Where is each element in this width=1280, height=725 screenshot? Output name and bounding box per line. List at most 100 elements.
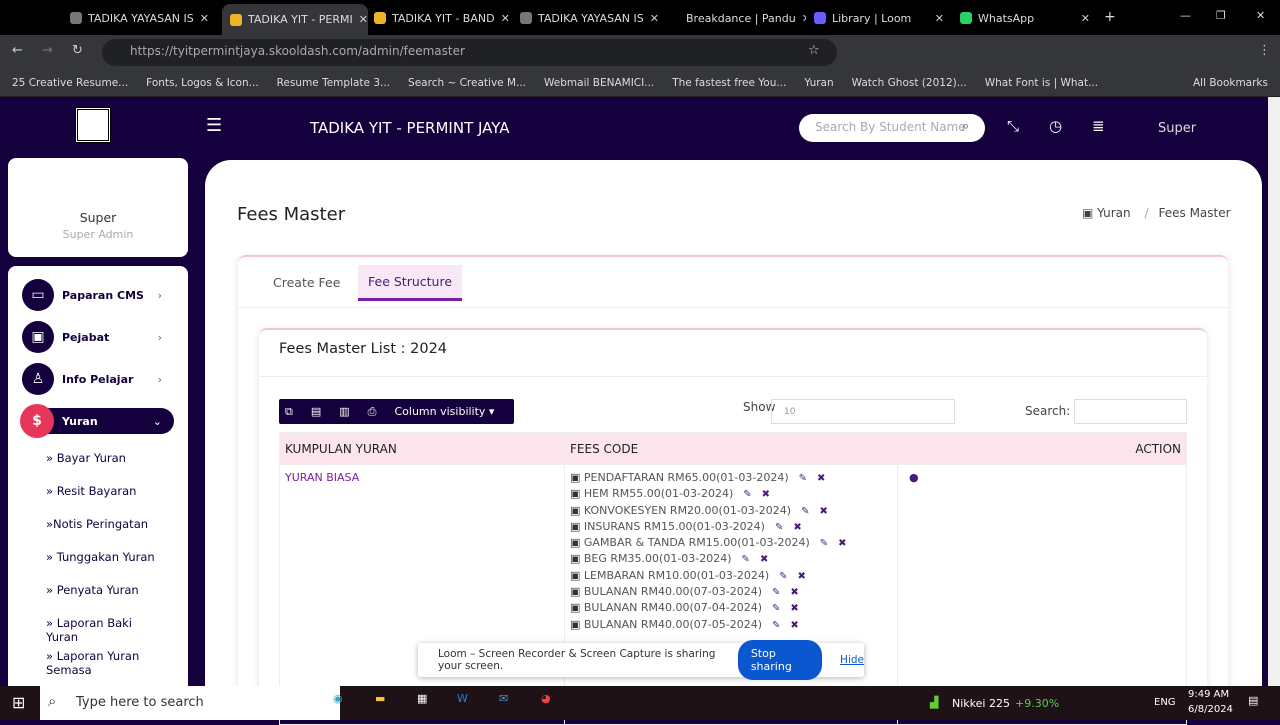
mail-icon[interactable]: ✉	[499, 692, 508, 705]
clock-icon[interactable]: ◷	[1049, 117, 1062, 135]
sidebar-item-info-pelajar[interactable]: ♙ Info Pelajar ›	[22, 362, 174, 396]
hide-button[interactable]: Hide	[840, 654, 864, 666]
student-search-input[interactable]: Search By Student Name	[799, 114, 985, 142]
close-window-icon[interactable]: ✕	[1256, 9, 1265, 22]
menu-icon[interactable]: ⋮	[1258, 43, 1271, 58]
bookmark-item[interactable]: Yuran	[804, 77, 833, 89]
breadcrumb-yuran[interactable]: Yuran	[1097, 206, 1130, 220]
sidebar-item-pejabat[interactable]: ▣ Pejabat ›	[22, 320, 174, 354]
file-explorer-icon[interactable]: ▬	[375, 692, 385, 705]
submenu-item[interactable]: » Tunggakan Yuran	[46, 550, 156, 564]
menu-list-icon[interactable]: ≣	[1092, 117, 1105, 135]
edit-icon[interactable]: ✎	[801, 506, 809, 517]
close-icon[interactable]: ✕	[1081, 12, 1090, 25]
clock-time[interactable]: 9:49 AM	[1188, 689, 1229, 700]
star-icon[interactable]: ☆	[808, 43, 820, 58]
submenu-item[interactable]: » Bayar Yuran	[46, 451, 156, 465]
table-search-input[interactable]	[1074, 399, 1187, 424]
col-action[interactable]: ACTION	[897, 432, 1187, 465]
chrome-icon[interactable]: ◕	[541, 692, 551, 705]
edge-icon[interactable]: ◉	[333, 692, 343, 705]
minimize-icon[interactable]: —	[1180, 9, 1191, 22]
page-scrollbar[interactable]	[1268, 97, 1280, 686]
delete-icon[interactable]: ✖	[793, 522, 801, 533]
sidebar-item-yuran[interactable]: $ Yuran ⌄	[20, 404, 174, 438]
close-icon[interactable]: ✕	[200, 12, 208, 25]
clock-date[interactable]: 6/8/2024	[1188, 704, 1233, 715]
browser-tab[interactable]: WhatsApp ✕	[952, 4, 1098, 32]
pdf-icon[interactable]: ▥	[339, 405, 349, 418]
edit-icon[interactable]: ✎	[820, 538, 828, 549]
store-icon[interactable]: ▦	[417, 692, 427, 705]
notification-icon[interactable]: ▤	[1248, 694, 1258, 707]
forward-icon[interactable]: →	[42, 43, 53, 58]
delete-icon[interactable]: ✖	[817, 473, 825, 484]
bookmark-item[interactable]: Resume Template 3...	[277, 77, 390, 89]
bookmark-item[interactable]: What Font is | What...	[985, 77, 1098, 89]
reload-icon[interactable]: ↻	[72, 43, 83, 58]
edit-icon[interactable]: ✎	[799, 473, 807, 484]
fullscreen-exit-icon[interactable]: ⤡	[1007, 117, 1019, 135]
bookmark-item[interactable]: The fastest free You...	[672, 77, 786, 89]
all-bookmarks[interactable]: All Bookmarks	[1193, 77, 1268, 89]
search-icon[interactable]: ⌕	[962, 119, 969, 134]
excel-icon[interactable]: ▤	[311, 405, 321, 418]
close-icon[interactable]: ✕	[650, 12, 658, 25]
edit-icon[interactable]: ✎	[779, 571, 787, 582]
hamburger-icon[interactable]: ☰	[206, 115, 222, 136]
task-view-icon[interactable]: ▯	[290, 693, 296, 706]
close-icon[interactable]: ✕	[501, 12, 510, 25]
language[interactable]: ENG	[1154, 697, 1176, 708]
delete-icon[interactable]: ✖	[790, 603, 798, 614]
submenu-item[interactable]: »Notis Peringatan	[46, 517, 156, 531]
tab-fee-structure[interactable]: Fee Structure	[358, 265, 463, 301]
back-icon[interactable]: ←	[12, 43, 23, 58]
edit-icon[interactable]: ✎	[742, 554, 750, 565]
tab-create-fee[interactable]: Create Fee	[273, 275, 340, 290]
sidebar-item-paparan-cms[interactable]: ▭ Paparan CMS ›	[22, 278, 174, 312]
col-kumpulan-yuran[interactable]: KUMPULAN YURAN	[279, 432, 565, 465]
page-length-select[interactable]: 10	[771, 399, 955, 424]
delete-icon[interactable]: ✖	[798, 571, 806, 582]
tag-icon[interactable]: ●	[909, 471, 919, 484]
user-menu[interactable]: Super	[1158, 121, 1196, 136]
ticker-name[interactable]: Nikkei 225	[952, 697, 1010, 710]
browser-tab[interactable]: TADIKA YAYASAN IS ✕	[62, 4, 208, 32]
col-fees-code[interactable]: FEES CODE	[564, 432, 898, 465]
windows-start-icon[interactable]: ⊞	[12, 693, 25, 712]
bookmark-item[interactable]: Watch Ghost (2012)...	[852, 77, 967, 89]
stop-sharing-button[interactable]: Stop sharing	[737, 640, 823, 680]
delete-icon[interactable]: ✖	[760, 554, 768, 565]
bookmark-item[interactable]: Webmail BENAMICI...	[544, 77, 654, 89]
browser-tab[interactable]: TADIKA YIT - PERMI ✕	[222, 4, 368, 35]
browser-tab[interactable]: Library | Loom ✕	[806, 4, 952, 32]
delete-icon[interactable]: ✖	[790, 587, 798, 598]
delete-icon[interactable]: ✖	[819, 506, 827, 517]
url-input[interactable]: https://tyitpermintjaya.skooldash.com/ad…	[102, 39, 837, 66]
edit-icon[interactable]: ✎	[775, 522, 783, 533]
browser-tab[interactable]: TADIKA YAYASAN IS ✕	[512, 4, 658, 32]
browser-tab[interactable]: TADIKA YIT - BAND ✕	[366, 4, 512, 32]
bookmark-item[interactable]: Search ~ Creative M...	[408, 77, 526, 89]
edit-icon[interactable]: ✎	[743, 489, 751, 500]
new-tab-icon[interactable]: +	[1104, 9, 1116, 25]
submenu-item[interactable]: » Laporan Baki Yuran	[46, 616, 156, 644]
bookmark-item[interactable]: Fonts, Logos & Icon...	[146, 77, 258, 89]
edit-icon[interactable]: ✎	[772, 620, 780, 631]
print-icon[interactable]: ⎙	[368, 405, 377, 419]
submenu-item[interactable]: » Resit Bayaran	[46, 484, 156, 498]
column-visibility-button[interactable]: Column visibility ▾	[394, 405, 494, 418]
browser-tab[interactable]: Breakdance | Pandu✕	[660, 4, 806, 32]
close-icon[interactable]: ✕	[935, 12, 944, 25]
delete-icon[interactable]: ✖	[838, 538, 846, 549]
delete-icon[interactable]: ✖	[762, 489, 770, 500]
word-icon[interactable]: W	[457, 692, 468, 705]
edit-icon[interactable]: ✎	[772, 603, 780, 614]
delete-icon[interactable]: ✖	[790, 620, 798, 631]
bookmark-item[interactable]: 25 Creative Resume...	[12, 77, 128, 89]
restore-icon[interactable]: ❐	[1216, 9, 1226, 22]
submenu-item[interactable]: » Penyata Yuran	[46, 583, 156, 597]
copy-icon[interactable]: ⧉	[285, 405, 293, 419]
edit-icon[interactable]: ✎	[772, 587, 780, 598]
submenu-item[interactable]: » Laporan Yuran Semasa	[46, 649, 156, 677]
